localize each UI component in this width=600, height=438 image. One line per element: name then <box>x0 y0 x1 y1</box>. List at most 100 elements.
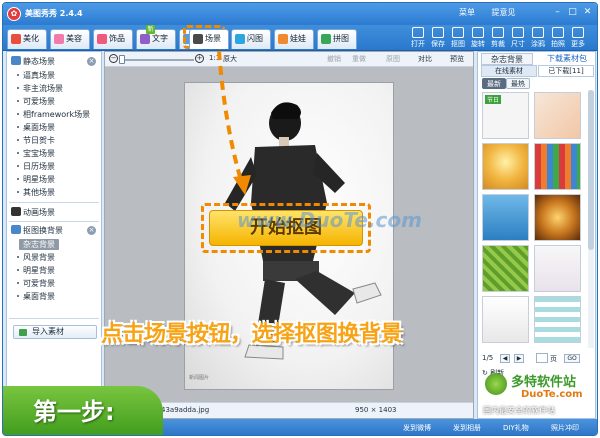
camera-button[interactable]: 拍照 <box>549 27 567 49</box>
list-item[interactable]: 可爱背景 <box>17 278 55 289</box>
share-weibo-button[interactable]: 发到微博 <box>403 423 431 433</box>
canvas-toolbar: − + 1:1 原大 撤销 重做 原图 对比 预览 <box>105 52 473 67</box>
cutout-button[interactable]: 抠图 <box>449 27 467 49</box>
zoom-slider[interactable] <box>124 59 194 61</box>
app-title: 美图秀秀 2.4.4 <box>25 9 83 18</box>
next-page-button[interactable]: ▶ <box>514 354 524 363</box>
step-badge: 第一步: <box>3 386 163 435</box>
zoom-slider-handle[interactable] <box>119 55 125 64</box>
site-logo-url: DuoTe.com <box>521 389 583 400</box>
compare-button[interactable]: 对比 <box>418 54 432 64</box>
list-item-selected[interactable]: 杂志背景 <box>17 239 59 250</box>
material-thumbnail[interactable] <box>482 194 529 241</box>
preview-button[interactable]: 预览 <box>450 54 464 64</box>
list-item[interactable]: 其他场景 <box>17 187 55 198</box>
list-item[interactable]: 节日贺卡 <box>17 135 55 146</box>
tab-downloaded[interactable]: 已下载[11] <box>538 65 594 77</box>
material-thumbnail[interactable] <box>534 92 581 139</box>
filter-newest[interactable]: 最新 <box>482 78 506 89</box>
share-album-button[interactable]: 发到相册 <box>453 423 481 433</box>
category-static-scenes[interactable]: 静态场景 <box>11 56 55 68</box>
site-logo: 多特软件站 DuoTe.com 国内最安全的软件站 <box>481 369 597 421</box>
tab-beautify[interactable]: 美化 <box>7 29 47 49</box>
list-item[interactable]: 可爱场景 <box>17 96 55 107</box>
resize-button[interactable]: 尺寸 <box>509 27 527 49</box>
download-pack-link[interactable]: 下载素材包 <box>540 53 594 65</box>
material-thumbnail[interactable] <box>534 245 581 292</box>
scrollbar[interactable] <box>588 90 594 348</box>
list-item[interactable]: 逼真场景 <box>17 70 55 81</box>
site-logo-name: 多特软件站 <box>511 375 577 390</box>
diy-gift-button[interactable]: DIY礼物 <box>503 423 529 433</box>
tab-makeup[interactable]: 美容 <box>50 29 90 49</box>
zoom-in-icon[interactable]: + <box>195 54 204 63</box>
material-thumbnail[interactable] <box>534 143 581 190</box>
list-item[interactable]: 风景背景 <box>17 252 55 263</box>
maximize-icon[interactable]: □ <box>566 7 579 19</box>
material-thumbnail[interactable] <box>482 245 529 292</box>
instruction-callout: 点击场景按钮，选择抠图换背景 <box>101 322 403 347</box>
open-button[interactable]: 打开 <box>409 27 427 49</box>
tab-scene[interactable]: 场景 <box>189 29 229 49</box>
photo-print-button[interactable]: 照片冲印 <box>551 423 579 433</box>
material-thumbnail[interactable]: 节日 <box>482 92 529 139</box>
material-thumbnail[interactable] <box>534 194 581 241</box>
category-cutout-background[interactable]: 抠图换背景 <box>11 225 63 237</box>
puzzle-icon <box>321 34 331 44</box>
tab-online-materials[interactable]: 在线素材 <box>481 65 537 77</box>
list-item[interactable]: 非主流场景 <box>17 83 63 94</box>
feedback-link[interactable]: 提意见 <box>492 8 516 17</box>
watermark: www.DuoTe.com <box>237 208 422 232</box>
tab-doll[interactable]: 娃娃 <box>274 29 314 49</box>
list-item[interactable]: 日历场景 <box>17 161 55 172</box>
category-animated-scenes[interactable]: 动画场景 <box>11 207 55 219</box>
rotate-icon <box>472 27 484 38</box>
material-thumbnail[interactable] <box>482 143 529 190</box>
list-item[interactable]: 桌面背景 <box>17 291 55 302</box>
original-image-button[interactable]: 原图 <box>386 54 400 64</box>
material-thumbnail[interactable] <box>482 296 529 343</box>
menu-link[interactable]: 菜单 <box>459 8 475 17</box>
scrollbar-thumb[interactable] <box>588 90 594 250</box>
page-label: 页 <box>550 355 557 363</box>
material-thumbnail[interactable] <box>534 296 581 343</box>
filter-hottest[interactable]: 最热 <box>506 78 530 89</box>
undo-button[interactable]: 撤销 <box>327 54 341 64</box>
list-item[interactable]: 宝宝场景 <box>17 148 55 159</box>
rotate-button[interactable]: 旋转 <box>469 27 487 49</box>
brush-icon <box>532 27 544 38</box>
more-icon <box>572 27 584 38</box>
list-item[interactable]: 明星场景 <box>17 174 55 185</box>
close-icon[interactable]: ✕ <box>581 7 594 19</box>
list-item[interactable]: 桌面场景 <box>17 122 55 133</box>
list-item[interactable]: 相framework场景 <box>16 109 90 120</box>
tab-puzzle[interactable]: 拼图 <box>317 29 357 49</box>
page-number-input[interactable] <box>536 353 548 363</box>
go-button[interactable]: GO <box>564 354 580 363</box>
site-slogan: 国内最安全的软件站 <box>483 406 555 415</box>
zoom-out-icon[interactable]: − <box>109 54 118 63</box>
scene-category-panel: 静态场景 × 逼真场景 非主流场景 可爱场景 相framework场景 桌面场景… <box>6 51 102 419</box>
prev-page-button[interactable]: ◀ <box>500 354 510 363</box>
tab-flash[interactable]: 闪图 <box>231 29 271 49</box>
image-icon <box>11 56 21 65</box>
tab-magazine-background[interactable]: 杂志背景 <box>481 53 533 65</box>
import-material-button[interactable]: 导入素材 <box>13 325 97 339</box>
more-button[interactable]: 更多 <box>569 27 587 49</box>
image-icon <box>11 225 21 234</box>
doodle-button[interactable]: 涂鸦 <box>529 27 547 49</box>
redo-button[interactable]: 重做 <box>352 54 366 64</box>
film-icon <box>11 207 21 216</box>
save-button[interactable]: 保存 <box>429 27 447 49</box>
app-logo-icon: ✿ <box>7 7 21 21</box>
minimize-icon[interactable]: – <box>551 7 564 19</box>
list-item[interactable]: 明星背景 <box>17 265 55 276</box>
collapse-icon[interactable]: × <box>87 57 96 66</box>
tab-accessories[interactable]: 饰品 <box>93 29 133 49</box>
crop-button[interactable]: 剪裁 <box>489 27 507 49</box>
collapse-icon[interactable]: × <box>87 226 96 235</box>
scene-icon <box>193 34 203 44</box>
tab-text[interactable]: 文字 <box>136 29 176 49</box>
crop-icon <box>492 27 504 38</box>
app-window: ✿ 美图秀秀 2.4.4 菜单 提意见 – □ ✕ 美化 美容 饰品 文字 新 <box>2 2 598 436</box>
